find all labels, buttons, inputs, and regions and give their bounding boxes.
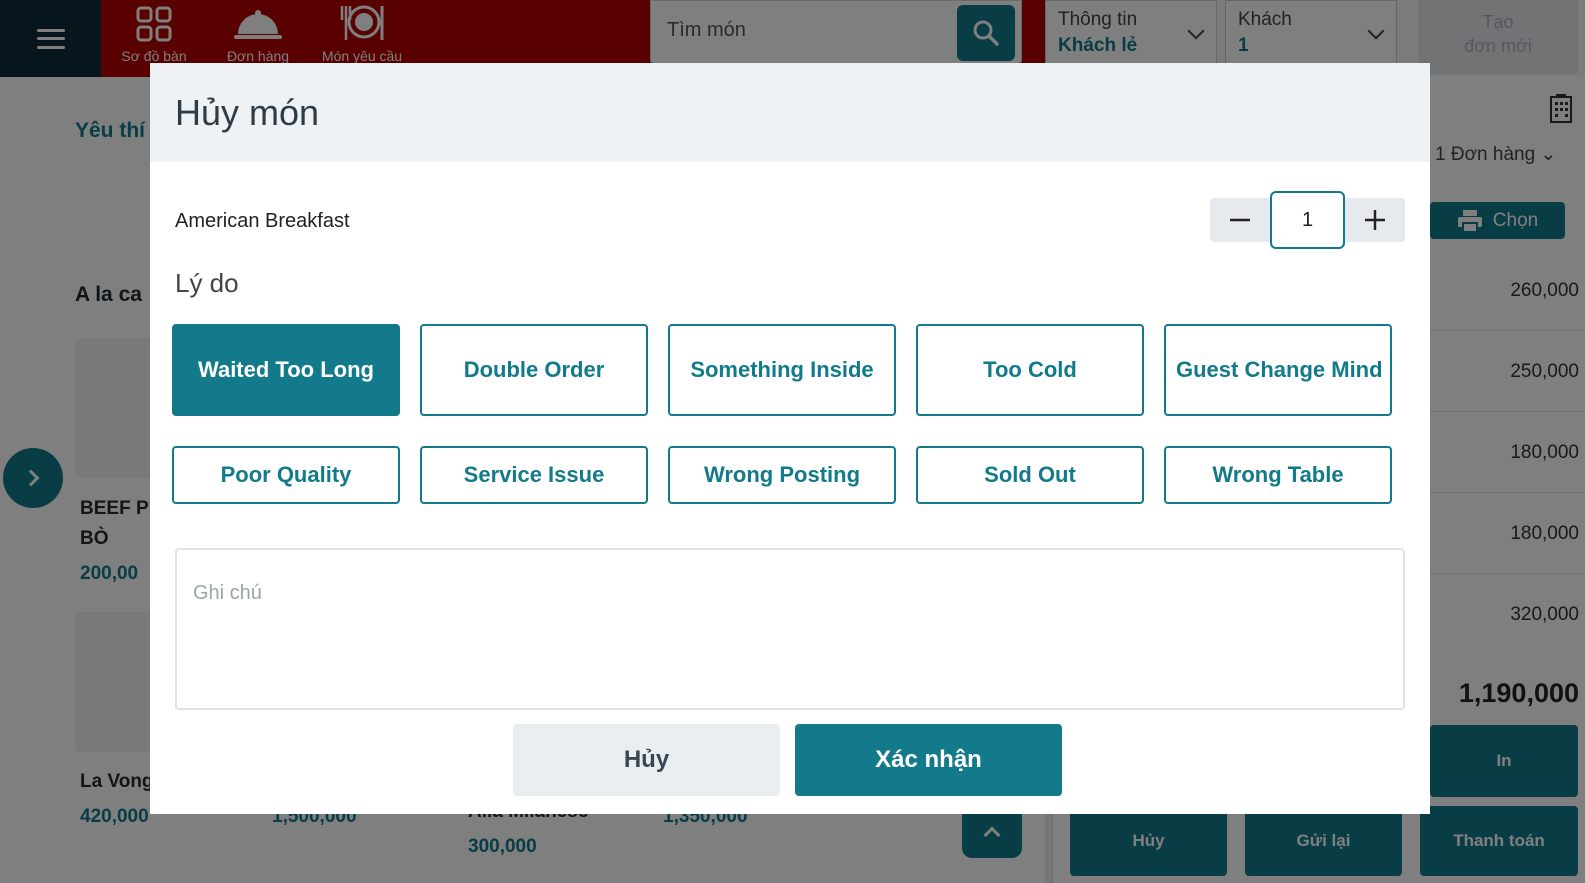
cancel-item-dialog: Hủy món American Breakfast Lý do Waited … bbox=[150, 63, 1430, 814]
note-textarea[interactable] bbox=[175, 548, 1405, 710]
item-name: American Breakfast bbox=[175, 210, 350, 232]
reason-sold-out[interactable]: Sold Out bbox=[916, 446, 1144, 504]
plus-icon bbox=[1365, 210, 1385, 230]
quantity-stepper bbox=[1210, 191, 1405, 249]
confirm-button[interactable]: Xác nhận bbox=[795, 724, 1062, 796]
reason-double-order[interactable]: Double Order bbox=[420, 324, 648, 416]
dialog-header: Hủy món bbox=[150, 63, 1430, 162]
reason-guest-change-mind[interactable]: Guest Change Mind bbox=[1164, 324, 1392, 416]
reason-wrong-table[interactable]: Wrong Table bbox=[1164, 446, 1392, 504]
decrement-button[interactable] bbox=[1210, 198, 1270, 242]
dialog-title: Hủy món bbox=[175, 91, 320, 133]
reason-wrong-posting[interactable]: Wrong Posting bbox=[668, 446, 896, 504]
reason-too-cold[interactable]: Too Cold bbox=[916, 324, 1144, 416]
increment-button[interactable] bbox=[1345, 198, 1405, 242]
reason-service-issue[interactable]: Service Issue bbox=[420, 446, 648, 504]
minus-icon bbox=[1230, 218, 1250, 222]
reason-waited-too-long[interactable]: Waited Too Long bbox=[172, 324, 400, 416]
quantity-input[interactable] bbox=[1270, 191, 1345, 249]
reason-something-inside[interactable]: Something Inside bbox=[668, 324, 896, 416]
reason-label: Lý do bbox=[175, 268, 239, 298]
cancel-button[interactable]: Hủy bbox=[513, 724, 780, 796]
reason-poor-quality[interactable]: Poor Quality bbox=[172, 446, 400, 504]
